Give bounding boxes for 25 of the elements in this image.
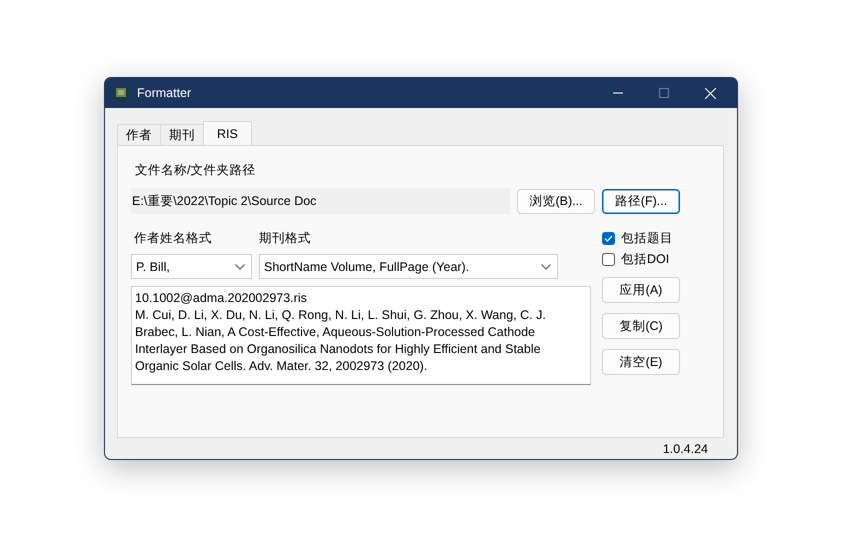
action-button[interactable]: 清空(E) <box>602 349 680 375</box>
action-button[interactable]: 应用(A) <box>602 277 680 303</box>
close-icon[interactable] <box>704 88 716 98</box>
path-field[interactable]: E:\重要\2022\Topic 2\Source Doc <box>131 188 510 214</box>
checkbox-label: 包括题目 <box>621 230 673 247</box>
chevron-down-icon <box>541 264 551 270</box>
checkbox[interactable] <box>602 253 615 266</box>
path-label: 文件名称/文件夹路径 <box>135 162 256 179</box>
tab[interactable]: 作者 <box>117 124 161 145</box>
tab[interactable]: RIS <box>203 121 252 145</box>
maximize-icon[interactable] <box>659 88 669 98</box>
journal-format-dropdown[interactable]: ShortName Volume, FullPage (Year). <box>259 254 558 279</box>
output-text-area[interactable]: 10.1002@adma.202002973.ris M. Cui, D. Li, X. Du, N. Li, Q. Rong, N. Li, L. Shui, G. Zhou, X. Wang, C. J. Brabec, L. Nian, A Cost-Effective, Aqueous-Solution-Processed Cathode Interlayer Based on Organosilica Nanodots for Highly Efficient and Stable Organic Solar Cells. Adv. Mater. 32, 2002973 (2020). <box>131 286 591 385</box>
path-button[interactable]: 浏览(B)... <box>517 188 595 214</box>
window-title: Formatter <box>137 86 192 100</box>
checkbox[interactable] <box>602 232 615 245</box>
action-button[interactable]: 复制(C) <box>602 313 680 339</box>
author-format-label: 作者姓名格式 <box>134 230 213 247</box>
checkbox-label: 包括DOI <box>621 251 670 268</box>
path-button[interactable]: 路径(F)... <box>602 188 680 214</box>
author-format-dropdown[interactable]: P. Bill, <box>131 254 252 279</box>
chevron-down-icon <box>235 264 245 270</box>
app-icon <box>113 85 129 101</box>
journal-format-label: 期刊格式 <box>259 230 312 247</box>
version-label: 1.0.4.24 <box>662 442 708 456</box>
